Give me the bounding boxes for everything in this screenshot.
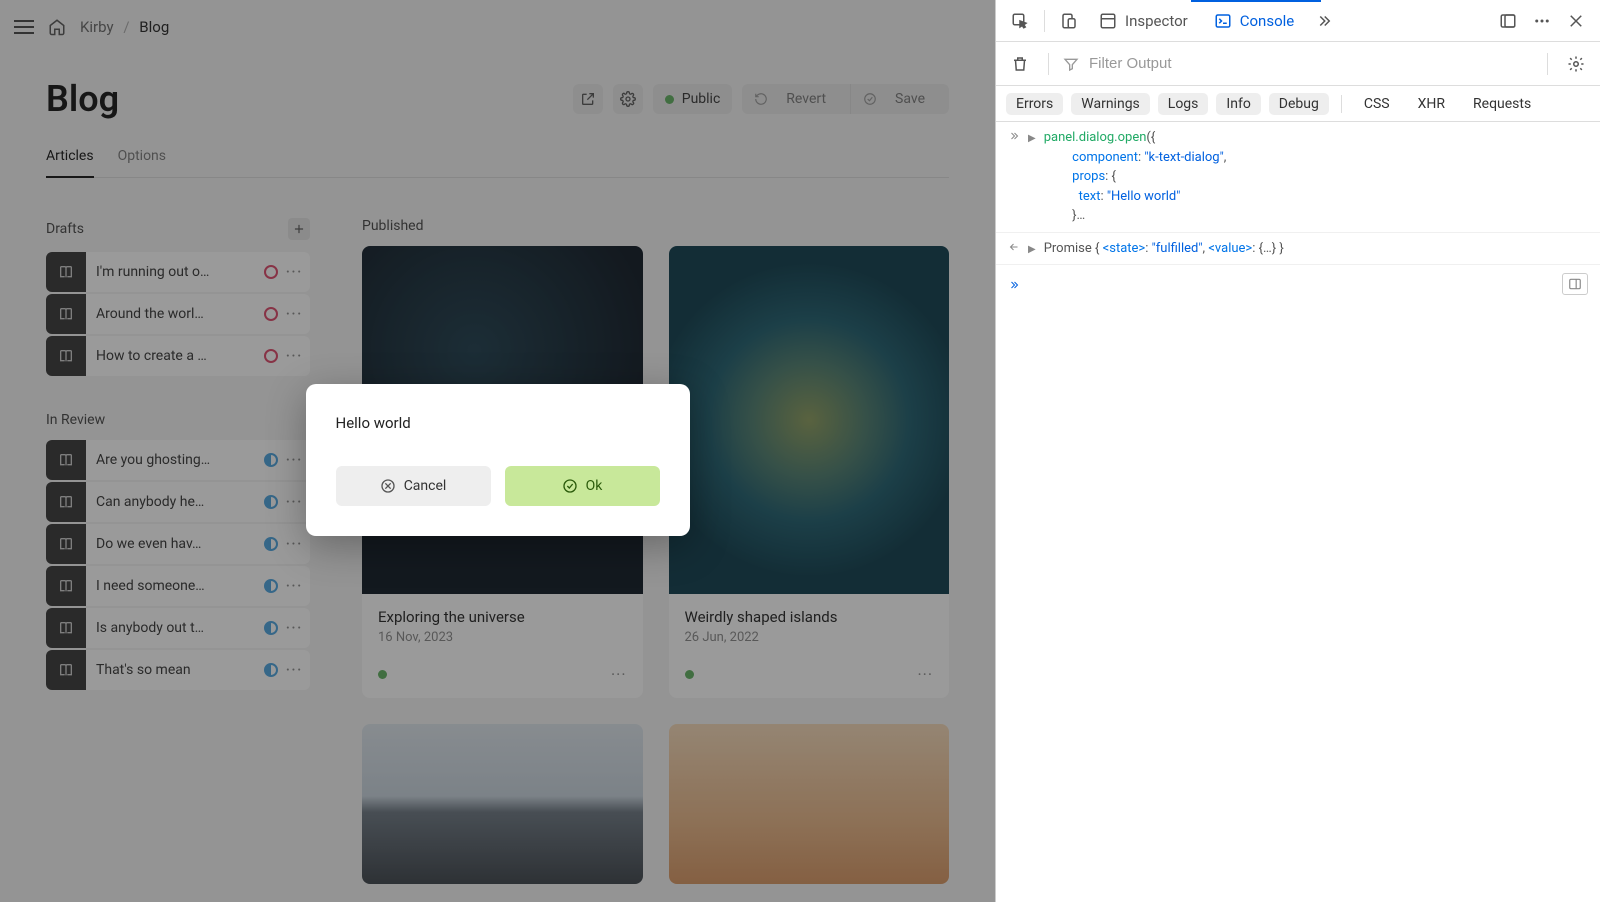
filter-chip-warnings[interactable]: Warnings <box>1071 93 1150 115</box>
more-tabs-button[interactable] <box>1310 7 1338 35</box>
filter-chip-logs[interactable]: Logs <box>1158 93 1209 115</box>
filter-output-input[interactable] <box>1089 55 1533 72</box>
expand-caret-icon[interactable]: ▶ <box>1028 242 1036 257</box>
clear-console-button[interactable] <box>1006 50 1034 78</box>
expand-caret-icon[interactable]: ▶ <box>1028 131 1036 146</box>
input-arrow-icon <box>1008 130 1020 142</box>
prompt-arrow-icon <box>1008 279 1020 291</box>
text-dialog: Hello world Cancel Ok <box>306 384 690 536</box>
console-result[interactable]: Promise { <state>: "fulfilled", <value>:… <box>1044 239 1588 259</box>
dock-button[interactable] <box>1494 7 1522 35</box>
dialog-text: Hello world <box>336 414 660 432</box>
console-settings-button[interactable] <box>1562 50 1590 78</box>
console-tab[interactable]: Console <box>1204 0 1305 42</box>
sidebar-toggle-button[interactable] <box>1562 273 1588 295</box>
output-arrow-icon <box>1008 241 1020 253</box>
filter-chip-xhr[interactable]: XHR <box>1408 93 1455 115</box>
console-output-row: ▶ Promise { <state>: "fulfilled", <value… <box>996 233 1600 266</box>
cancel-button[interactable]: Cancel <box>336 466 491 506</box>
filter-chip-errors[interactable]: Errors <box>1006 93 1063 115</box>
inspector-tab[interactable]: Inspector <box>1089 0 1198 42</box>
console-input-echo: ▶ panel.dialog.open({ component: "k-text… <box>996 122 1600 233</box>
ok-button[interactable]: Ok <box>505 466 660 506</box>
close-devtools-button[interactable] <box>1562 7 1590 35</box>
filter-icon <box>1063 56 1079 72</box>
console-prompt[interactable] <box>996 265 1600 303</box>
filter-chip-debug[interactable]: Debug <box>1269 93 1329 115</box>
filter-chip-requests[interactable]: Requests <box>1463 93 1541 115</box>
filter-chip-css[interactable]: CSS <box>1354 93 1400 115</box>
console-code[interactable]: panel.dialog.open({ component: "k-text-d… <box>1044 128 1588 226</box>
responsive-mode-button[interactable] <box>1055 7 1083 35</box>
dialog-overlay: Hello world Cancel Ok <box>0 0 995 902</box>
inspect-element-button[interactable] <box>1006 7 1034 35</box>
filter-chip-info[interactable]: Info <box>1216 93 1260 115</box>
devtools-more-button[interactable] <box>1528 7 1556 35</box>
